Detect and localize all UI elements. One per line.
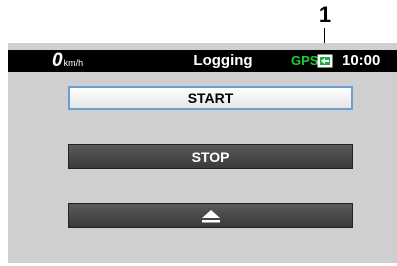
- gps-indicator: GPS: [291, 53, 319, 68]
- speed-value: 0: [52, 50, 63, 71]
- clock: 10:00: [342, 52, 381, 69]
- screen-title: Logging: [193, 52, 253, 69]
- callout-number: 1: [318, 2, 332, 27]
- speed-unit: km/h: [63, 58, 84, 68]
- speed-readout: 0 km/h: [52, 50, 83, 72]
- eject-icon: [201, 209, 220, 222]
- stop-button[interactable]: STOP: [68, 144, 353, 169]
- sd-card-icon: [317, 54, 333, 68]
- eject-button[interactable]: [68, 203, 353, 228]
- stop-button-label: STOP: [191, 148, 230, 165]
- status-bar: 0 km/h Logging GPS 10:00: [8, 50, 397, 72]
- start-button[interactable]: START: [68, 86, 353, 110]
- device-screen: 0 km/h Logging GPS 10:00 START STOP: [8, 43, 397, 263]
- start-button-label: START: [187, 90, 234, 106]
